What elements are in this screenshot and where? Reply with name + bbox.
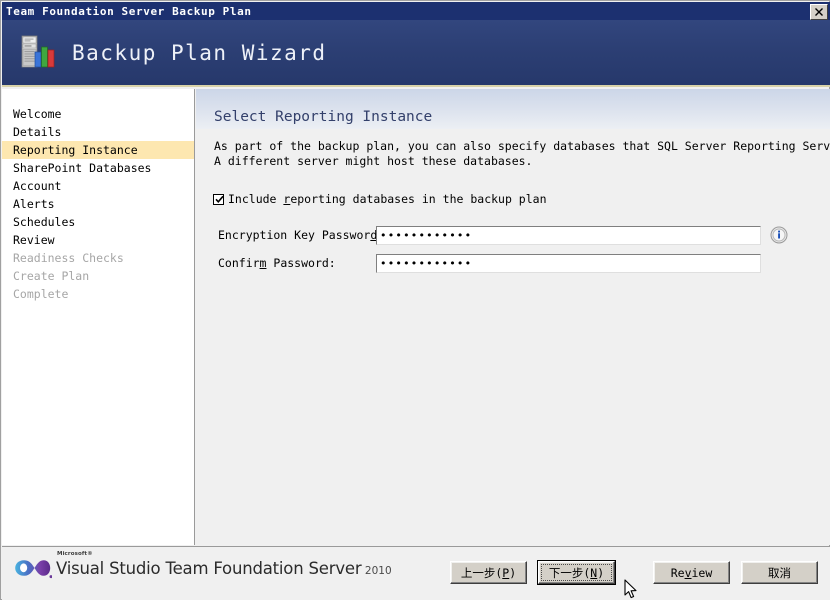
cancel-button-label: 取消 bbox=[768, 565, 791, 580]
sidebar-item-readiness-checks: Readiness Checks bbox=[13, 251, 124, 265]
check-glyph bbox=[215, 195, 224, 203]
back-button-part1: 上一步( bbox=[460, 565, 503, 580]
visual-studio-logo: Microsoft® Visual Studio Team Foundation… bbox=[14, 551, 392, 580]
sidebar-item-complete: Complete bbox=[13, 287, 69, 301]
sidebar-item-create-plan: Create Plan bbox=[13, 269, 90, 283]
wizard-button-bar: 上一步(P) 下一步(N) Re v iew 取消 bbox=[439, 560, 818, 585]
review-button-part1: Re bbox=[670, 565, 685, 580]
checkbox-label: Include reporting databases in the backu… bbox=[228, 192, 547, 206]
close-icon[interactable] bbox=[810, 4, 828, 20]
sidebar-item-account[interactable]: Account bbox=[2, 177, 194, 195]
back-button-part2: ) bbox=[509, 565, 517, 580]
checkbox-box bbox=[213, 193, 224, 205]
encryption-label-part1: Encryption Key Passwor bbox=[218, 228, 371, 242]
wizard-content-panel: Select Reporting Instance As part of the… bbox=[196, 89, 830, 545]
back-button-accel: P bbox=[502, 565, 510, 580]
server-chart-icon bbox=[18, 33, 58, 73]
sidebar-item-alerts[interactable]: Alerts bbox=[2, 195, 194, 213]
logo-wordmark: Microsoft® Visual Studio Team Foundation… bbox=[56, 551, 392, 578]
cancel-button[interactable]: 取消 bbox=[741, 561, 818, 584]
banner-title: Backup Plan Wizard bbox=[72, 40, 327, 65]
title-bar: Team Foundation Server Backup Plan bbox=[2, 2, 830, 20]
confirm-label-part1: Confir bbox=[218, 256, 260, 270]
encryption-key-password-row: Encryption Key Password: •••••••••••• bbox=[218, 224, 788, 246]
encryption-key-password-label: Encryption Key Password: bbox=[218, 228, 384, 242]
checkbox-label-part1: Include bbox=[228, 192, 284, 206]
close-glyph bbox=[815, 8, 823, 16]
checkbox-label-part2: eporting databases in the backup plan bbox=[290, 192, 547, 206]
review-button-part2: iew bbox=[691, 565, 713, 580]
focus-rectangle bbox=[541, 564, 612, 581]
wizard-step-nav: Welcome Details Reporting Instance Share… bbox=[2, 89, 195, 545]
sidebar-item-reporting-instance[interactable]: Reporting Instance bbox=[2, 141, 194, 159]
confirm-password-label: Confirm Password: bbox=[218, 256, 376, 270]
review-button[interactable]: Re v iew bbox=[653, 561, 730, 584]
wizard-banner: Backup Plan Wizard bbox=[2, 20, 830, 87]
logo-year-text: 2010 bbox=[364, 564, 392, 577]
logo-microsoft-text: Microsoft® bbox=[57, 550, 93, 557]
content-heading-band: Select Reporting Instance bbox=[196, 89, 830, 129]
next-button[interactable]: 下一步(N) bbox=[537, 560, 616, 585]
info-icon[interactable] bbox=[770, 226, 788, 244]
confirm-password-input[interactable]: •••••••••••• bbox=[376, 253, 761, 273]
encryption-key-password-input[interactable]: •••••••••••• bbox=[376, 225, 761, 245]
page-description: As part of the backup plan, you can also… bbox=[214, 139, 830, 168]
sidebar-item-details[interactable]: Details bbox=[2, 123, 194, 141]
wizard-window: Team Foundation Server Backup Plan Backu… bbox=[0, 0, 830, 600]
review-button-accel: v bbox=[684, 565, 692, 580]
window-title: Team Foundation Server Backup Plan bbox=[6, 4, 252, 18]
confirm-password-row: Confirm Password: •••••••••••• bbox=[218, 252, 761, 274]
confirm-label-part2: Password: bbox=[266, 256, 336, 270]
sidebar-item-sharepoint-databases[interactable]: SharePoint Databases bbox=[2, 159, 194, 177]
infinity-logo-icon bbox=[14, 556, 53, 580]
logo-product-text: Visual Studio Team Foundation Server bbox=[56, 558, 362, 578]
sidebar-item-schedules[interactable]: Schedules bbox=[2, 213, 194, 231]
include-reporting-databases-checkbox[interactable]: Include reporting databases in the backu… bbox=[213, 192, 547, 206]
back-button[interactable]: 上一步(P) bbox=[450, 561, 527, 584]
page-title: Select Reporting Instance bbox=[214, 109, 433, 125]
sidebar-item-welcome[interactable]: Welcome bbox=[2, 105, 194, 123]
wizard-footer: Microsoft® Visual Studio Team Foundation… bbox=[2, 546, 830, 600]
sidebar-item-review[interactable]: Review bbox=[2, 231, 194, 249]
